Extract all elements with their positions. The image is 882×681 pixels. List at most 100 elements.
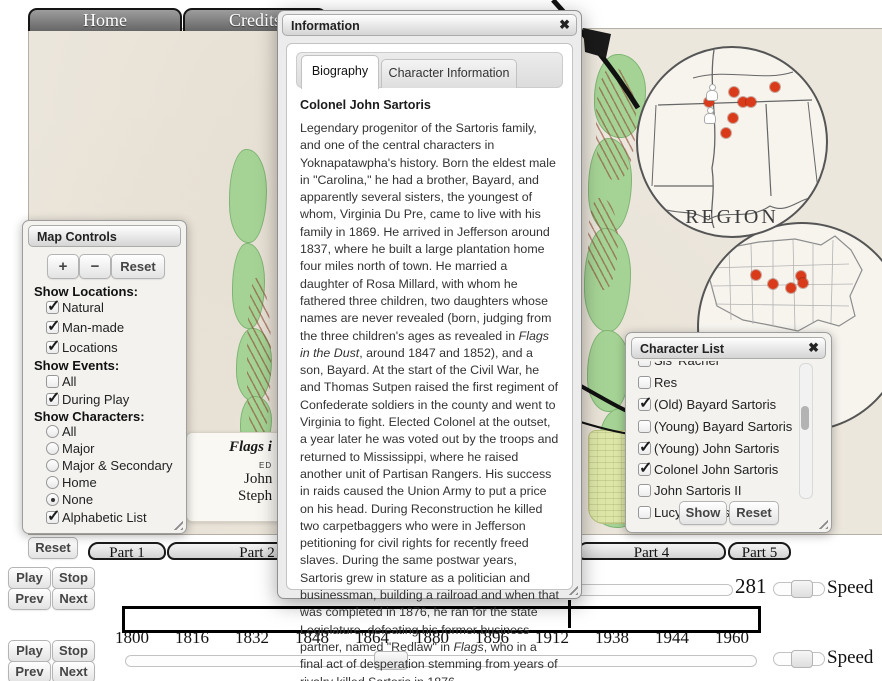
radio-icon[interactable] — [46, 476, 59, 489]
scrollbar-thumb[interactable] — [801, 406, 809, 430]
radio-label: Major & Secondary — [62, 458, 173, 473]
character-label: (Old) Bayard Sartoris — [654, 397, 776, 412]
radio-all-characters[interactable]: All — [46, 424, 76, 440]
range-max-value: 281 — [735, 574, 767, 599]
app-stage: REGION Flags i ED John Steph Home Credit… — [0, 0, 882, 681]
checkbox-icon[interactable] — [46, 393, 59, 406]
checkbox-icon[interactable] — [46, 511, 59, 524]
radio-icon[interactable] — [46, 493, 59, 506]
nav-tab-home[interactable]: Home — [28, 8, 182, 31]
checkbox-icon[interactable] — [638, 484, 651, 497]
next-button-row2[interactable]: Next — [52, 661, 95, 681]
character-label: (Young) Bayard Sartoris — [654, 419, 792, 434]
year-label: 1800 — [104, 628, 160, 648]
play-button-row1[interactable]: Play — [8, 567, 51, 589]
hill-hatching — [247, 278, 271, 443]
checkbox-icon[interactable] — [46, 375, 59, 388]
zoom-out-button[interactable]: − — [79, 254, 111, 279]
radio-label: Home — [62, 475, 97, 490]
timeline-position-tick[interactable] — [568, 600, 571, 628]
information-dialog-content: Biography Character Information Colonel … — [286, 43, 573, 590]
checkbox-icon[interactable] — [638, 420, 651, 433]
character-home-icon[interactable] — [705, 108, 715, 123]
year-label: 1832 — [224, 628, 280, 648]
speed-slider-thumb-row1[interactable] — [791, 580, 813, 598]
character-home-icon[interactable] — [707, 85, 717, 100]
checkbox-icon[interactable] — [46, 341, 59, 354]
zoom-in-button[interactable]: + — [47, 254, 79, 279]
character-label: (Young) John Sartoris — [654, 441, 779, 456]
character-item[interactable]: Res — [638, 375, 677, 391]
information-dialog-titlebar[interactable]: Information — [282, 14, 577, 36]
part-5-button[interactable]: Part 5 — [728, 542, 791, 560]
checkbox-label: During Play — [62, 392, 129, 407]
stop-button-row2[interactable]: Stop — [52, 640, 95, 662]
character-item[interactable]: (Young) John Sartoris — [638, 441, 779, 457]
book-title-text: Flags i — [229, 439, 272, 456]
forest-patch — [587, 330, 630, 412]
checkbox-man-made[interactable]: Man-made — [46, 320, 124, 336]
checkbox-icon[interactable] — [638, 361, 651, 367]
character-list-scroll-area[interactable]: Sis' Rachel Res (Old) Bayard Sartoris (Y… — [633, 361, 798, 523]
year-label: 1960 — [704, 628, 760, 648]
scrollbar-track[interactable] — [799, 363, 813, 499]
map-reset-button[interactable]: Reset — [111, 254, 165, 279]
checkbox-locations[interactable]: Locations — [46, 340, 118, 356]
character-item[interactable]: (Young) Bayard Sartoris — [638, 419, 792, 435]
character-item[interactable]: Sis' Rachel — [638, 361, 719, 369]
character-item[interactable]: Colonel John Sartoris — [638, 462, 778, 478]
character-label: Colonel John Sartoris — [654, 462, 778, 477]
biography-text: Legendary progenitor of the Sartoris fam… — [300, 120, 559, 681]
part-1-button[interactable]: Part 1 — [88, 542, 166, 560]
character-list-panel: Character List ✖ Sis' Rachel Res (Old) B… — [625, 332, 832, 533]
checkbox-alphabetic-list[interactable]: Alphabetic List — [46, 510, 147, 526]
checkbox-icon[interactable] — [638, 463, 651, 476]
checkbox-icon[interactable] — [638, 398, 651, 411]
radio-label: All — [62, 424, 76, 439]
hill-hatching — [596, 68, 636, 180]
checkbox-natural[interactable]: Natural — [46, 300, 104, 316]
character-reset-button[interactable]: Reset — [729, 501, 779, 525]
checkbox-label: Alphabetic List — [62, 510, 147, 525]
dialog-tabstrip: Biography Character Information — [296, 52, 563, 88]
prev-button-row1[interactable]: Prev — [8, 588, 51, 610]
checkbox-during-play[interactable]: During Play — [46, 392, 129, 408]
character-list-titlebar[interactable]: Character List — [631, 337, 826, 359]
region-inset-map[interactable]: REGION — [636, 46, 828, 238]
stop-button-row1[interactable]: Stop — [52, 567, 95, 589]
character-item[interactable]: (Old) Bayard Sartoris — [638, 397, 776, 413]
checkbox-label: Locations — [62, 340, 118, 355]
timeline-reset-button[interactable]: Reset — [28, 537, 78, 559]
radio-major-secondary[interactable]: Major & Secondary — [46, 458, 173, 474]
radio-icon[interactable] — [46, 459, 59, 472]
tab-biography[interactable]: Biography — [301, 55, 379, 89]
character-list-buttons: Show Reset — [626, 501, 831, 525]
play-button-row2[interactable]: Play — [8, 640, 51, 662]
resize-handle-icon[interactable] — [170, 517, 183, 530]
prev-button-row2[interactable]: Prev — [8, 661, 51, 681]
year-label: 1944 — [644, 628, 700, 648]
year-label: 1816 — [164, 628, 220, 648]
close-icon[interactable]: ✖ — [808, 337, 819, 359]
checkbox-icon[interactable] — [638, 442, 651, 455]
close-icon[interactable]: ✖ — [559, 14, 570, 36]
speed-slider-thumb-row2[interactable] — [791, 650, 813, 668]
radio-label: None — [62, 492, 93, 507]
checkbox-icon[interactable] — [46, 321, 59, 334]
radio-icon[interactable] — [46, 442, 59, 455]
character-label: John Sartoris II — [654, 483, 741, 498]
checkbox-icon[interactable] — [46, 301, 59, 314]
show-button[interactable]: Show — [679, 501, 727, 525]
checkbox-icon[interactable] — [638, 376, 651, 389]
tab-character-information[interactable]: Character Information — [381, 59, 517, 88]
map-controls-panel: Map Controls + − Reset Show Locations: N… — [22, 220, 187, 534]
character-item[interactable]: John Sartoris II — [638, 483, 741, 499]
map-controls-titlebar[interactable]: Map Controls — [28, 225, 181, 247]
part-4-button[interactable]: Part 4 — [577, 542, 726, 560]
checkbox-label: Natural — [62, 300, 104, 315]
radio-home[interactable]: Home — [46, 475, 97, 491]
next-button-row1[interactable]: Next — [52, 588, 95, 610]
hill-hatching — [588, 198, 618, 290]
radio-icon[interactable] — [46, 425, 59, 438]
radio-major[interactable]: Major — [46, 441, 95, 457]
